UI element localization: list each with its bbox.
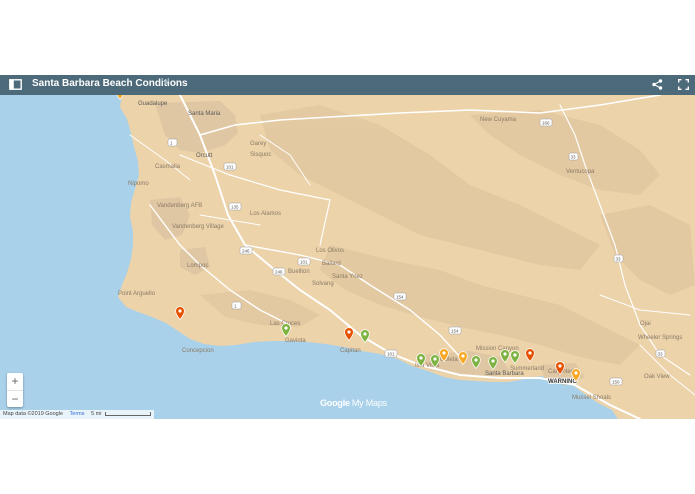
svg-text:101: 101	[387, 352, 395, 357]
place-label: Gaviota	[285, 338, 306, 344]
svg-text:154: 154	[451, 329, 459, 334]
highway-shield: 1	[167, 138, 178, 147]
terms-link[interactable]: Terms	[70, 411, 85, 417]
zoom-controls: + −	[7, 373, 23, 407]
place-label: Guadalupe	[138, 101, 168, 107]
highway-shield: 246	[272, 267, 286, 276]
highway-shield: 150	[609, 377, 623, 386]
svg-text:150: 150	[612, 380, 620, 385]
beach-marker-good[interactable]	[471, 355, 481, 369]
place-label: Point Arguello	[118, 291, 156, 297]
beach-marker-caution[interactable]	[439, 348, 449, 362]
place-label: Mussel Shoals	[572, 395, 611, 401]
place-label: Capitan	[340, 348, 361, 354]
place-label: Oak View	[644, 374, 670, 380]
highway-shield: 101	[384, 349, 398, 358]
place-label: Vandenberg Village	[172, 224, 224, 230]
beach-marker-warning[interactable]	[344, 327, 354, 341]
place-label: Sisquoc	[250, 152, 271, 158]
fullscreen-icon[interactable]	[678, 79, 689, 90]
beach-marker-warning[interactable]	[555, 361, 565, 375]
place-label: Concepcion	[182, 348, 214, 354]
svg-text:246: 246	[242, 249, 250, 254]
beach-marker-good[interactable]	[510, 350, 520, 364]
place-label: New Cuyama	[480, 117, 517, 123]
place-label: Garey	[250, 141, 266, 147]
scale-bar	[104, 411, 151, 416]
place-label: Solvang	[312, 281, 334, 287]
place-label: Nipomo	[128, 181, 149, 187]
sidebar-toggle-icon[interactable]	[9, 79, 22, 90]
place-label: Buellton	[288, 269, 310, 275]
map-data-credit: Map data ©2019 Google	[3, 411, 64, 417]
highway-shield: 166	[539, 118, 553, 127]
beach-marker-good[interactable]	[500, 349, 510, 363]
map-frame: Santa Barbara Beach Conditions ★ Guadalu…	[0, 75, 695, 419]
beach-marker-warning[interactable]	[175, 306, 185, 320]
svg-text:166: 166	[542, 121, 550, 126]
map-header: Santa Barbara Beach Conditions ★	[0, 75, 695, 95]
svg-text:33: 33	[658, 352, 664, 357]
svg-text:33: 33	[616, 257, 622, 262]
svg-text:154: 154	[396, 295, 404, 300]
beach-marker-good[interactable]	[488, 356, 498, 370]
highway-shield: 154	[448, 326, 462, 335]
highway-shield: 33	[655, 349, 666, 358]
place-label: Los Olivos	[316, 248, 344, 254]
google-logo-text: Google	[320, 398, 350, 408]
place-label: Ballard	[322, 261, 341, 267]
star-icon[interactable]: ★	[162, 77, 170, 88]
beach-marker-caution[interactable]	[571, 368, 581, 382]
highway-shield: 33	[568, 152, 579, 161]
place-label: Casmalia	[155, 164, 181, 170]
place-label: Santa Maria	[188, 111, 221, 117]
svg-text:135: 135	[231, 205, 239, 210]
svg-text:101: 101	[300, 260, 308, 265]
map-canvas[interactable]: Guadalupe Santa Maria Orcutt Garey Sisqu…	[0, 95, 695, 419]
place-label: Summerland	[510, 366, 544, 372]
beach-marker-caution[interactable]	[458, 351, 468, 365]
highway-shield: 135	[228, 202, 242, 211]
highway-shield: 101	[223, 162, 237, 171]
highway-shield: 246	[239, 246, 253, 255]
highway-shield: 33	[613, 254, 624, 263]
zoom-out-button[interactable]: −	[7, 391, 23, 408]
scale-label: 5 mi	[91, 411, 102, 417]
place-label: Ventucopa	[566, 169, 595, 175]
place-label: Orcutt	[196, 153, 213, 159]
beach-marker-good[interactable]	[416, 353, 426, 367]
svg-text:33: 33	[571, 155, 577, 160]
place-label: Los Alamos	[250, 211, 281, 217]
place-label: Ojai	[640, 321, 651, 327]
highway-shield: 1	[231, 301, 242, 310]
place-label: Vandenberg AFB	[157, 203, 202, 209]
svg-text:101: 101	[226, 165, 234, 170]
google-my-maps-logo: Google My Maps	[320, 398, 387, 408]
highway-shield: 154	[393, 292, 407, 301]
beach-marker-good[interactable]	[281, 323, 291, 337]
beach-marker-warning[interactable]	[525, 348, 535, 362]
share-icon[interactable]	[652, 79, 663, 90]
place-label: Wheeler Springs	[638, 335, 682, 341]
place-label: Santa Ynez	[332, 274, 363, 280]
my-maps-text: My Maps	[351, 398, 387, 408]
highway-shield: 101	[297, 257, 311, 266]
place-label: Lompoc	[187, 263, 208, 269]
beach-marker-good[interactable]	[360, 329, 370, 343]
map-attribution: Map data ©2019 Google Terms 5 mi	[0, 410, 154, 419]
svg-text:246: 246	[275, 270, 283, 275]
zoom-in-button[interactable]: +	[7, 373, 23, 391]
